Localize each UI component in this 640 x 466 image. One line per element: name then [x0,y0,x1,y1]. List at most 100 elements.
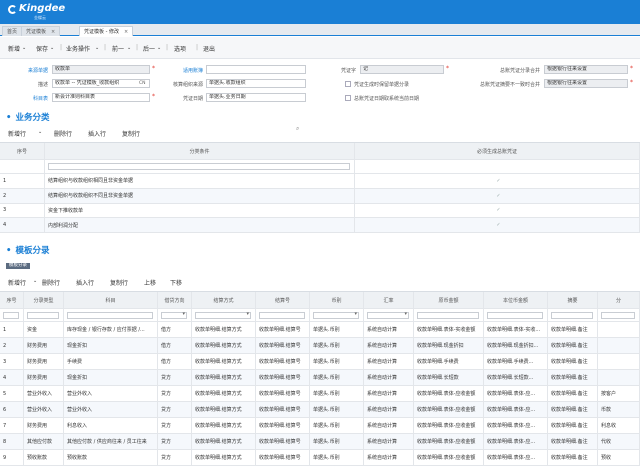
table-row[interactable]: 8 其他应付款 其他应付款 / 供应商往来 / 员工往来 贷方 收款单明细.结算方式 收款… [0,434,640,450]
save-button[interactable]: 保存 [36,44,48,53]
delete-row-button[interactable]: 删除行 [42,278,60,287]
filter-cell[interactable] [256,309,310,321]
copy-row-button[interactable]: 复制行 [122,129,140,138]
filter-cell[interactable] [0,160,45,173]
filter-cell[interactable] [484,309,548,321]
description-field[interactable]: 收款单 -- 凭证模板_收款组织 [52,79,150,88]
entry-cell: 代收 [598,434,640,449]
toolbar: 新增 ⌄ 保存 ⌄ | 业务操作 ⌄ | 前一 ⌄ | 后一 ⌄ | 选项 | … [0,37,640,59]
filter-input[interactable] [313,311,359,319]
chevron-down-icon[interactable]: ⌄ [33,278,37,284]
tab-voucher-template[interactable]: 凭证模板 × [21,26,61,36]
book-field[interactable] [206,65,306,74]
add-row-button[interactable]: 新增行 [8,278,26,287]
filter-input[interactable] [367,311,409,319]
table-row[interactable]: 2 结算组织与收款组织不同且非资金单据 ✓ [0,188,640,204]
filter-input[interactable] [48,163,350,170]
filter-input[interactable] [27,311,59,319]
close-icon[interactable]: × [124,29,128,35]
system-date-checkbox[interactable] [345,95,351,101]
options-button[interactable]: 选项 [174,44,186,53]
filter-input[interactable] [67,311,153,319]
chart-of-accounts-field[interactable]: 新会计准则科目表 [52,93,150,102]
filter-input[interactable] [195,311,251,319]
tab-voucher-template-edit[interactable]: 凭证模板 - 修改 × [79,26,134,36]
new-button[interactable]: 新增 [8,44,20,53]
table-row[interactable]: 9 预收账款 预收账款 贷方 收款单明细.结算方式 收款单明细.结算号 单据头.币别 系统自动… [0,450,640,466]
chevron-down-icon[interactable]: ⌄ [50,45,54,51]
filter-cell[interactable] [24,309,64,321]
insert-row-button[interactable]: 插入行 [76,278,94,287]
filter-input[interactable] [259,311,305,319]
exit-button[interactable]: 退出 [203,44,215,53]
copy-row-button[interactable]: 复制行 [110,278,128,287]
chevron-down-icon[interactable]: ⌄ [38,129,42,135]
filter-row [0,309,640,322]
language-code[interactable]: CN [139,81,146,86]
filter-cell[interactable] [64,309,158,321]
filter-input[interactable] [487,311,543,319]
entry-cell: 收款单明细.备注 [548,338,598,353]
tab-home[interactable]: 首页 [2,26,23,36]
entry-cell: 收款单明细.备注 [548,418,598,433]
table-row[interactable]: 1 资金 库存现金 / 银行存款 / 应付票据 /... 借方 收款单明细.结算方式 收款… [0,322,640,338]
filter-input[interactable] [3,311,19,319]
move-up-button[interactable]: 上移 [144,278,156,287]
filter-cell[interactable] [598,309,640,321]
delete-row-button[interactable]: 删除行 [54,129,72,138]
summary-merge-label: 总账凭证摘要不一致时合并 [479,82,540,88]
chevron-down-icon[interactable]: ⌄ [22,45,26,51]
keep-entry-checkbox[interactable] [345,81,351,87]
filter-cell[interactable] [414,309,484,321]
business-ops-button[interactable]: 业务操作 [66,44,90,53]
toolbar-separator: | [166,44,169,51]
table-row[interactable]: 1 结算组织与收款组织相同且非资金单据 ✓ [0,174,640,189]
filter-cell[interactable] [364,309,414,321]
add-row-button[interactable]: 新增行 [8,129,26,138]
subtab-template-entries[interactable]: 模板分录 [6,263,30,269]
move-down-button[interactable]: 下移 [170,278,182,287]
entry-cell: 财务费用 [24,354,64,369]
filter-cell[interactable] [45,160,355,173]
table-row[interactable]: 7 财务费用 利息收入 贷方 收款单明细.结算方式 收款单明细.结算号 单据头.币别 系统自动… [0,418,640,434]
filter-cell[interactable] [158,309,192,321]
table-row[interactable]: 4 财务费用 现金折扣 贷方 收款单明细.结算方式 收款单明细.结算号 单据头.币别 系统自动… [0,370,640,386]
entry-cell: 收款单明细.备注 [548,322,598,337]
filter-input[interactable] [417,311,479,319]
table-row[interactable]: 3 资金下推收款单 ✓ [0,203,640,219]
chevron-down-icon[interactable]: ⌄ [127,45,131,51]
filter-input[interactable] [551,311,593,319]
table-row[interactable]: 2 财务费用 现金折扣 借方 收款单明细.结算方式 收款单明细.结算号 单据头.币别 系统自动… [0,338,640,354]
close-icon[interactable]: × [51,29,55,35]
voucher-word-field[interactable]: 记 [360,65,444,74]
entry-cell: 2 [0,338,24,353]
voucher-date-field[interactable]: 单据头.业务日期 [206,93,306,102]
check-icon[interactable]: ✓ [355,174,640,188]
entry-cell: 单据头.币别 [310,450,364,465]
col-header: 科目 [64,292,158,308]
filter-cell[interactable] [310,309,364,321]
check-icon[interactable]: ✓ [355,203,640,218]
insert-row-button[interactable]: 插入行 [88,129,106,138]
source-doc-field[interactable]: 收款单 [52,65,150,74]
filter-cell[interactable] [548,309,598,321]
table-row[interactable]: 3 财务费用 手续费 借方 收款单明细.结算方式 收款单明细.结算号 单据头.币别 系统自动计… [0,354,640,370]
filter-cell[interactable] [355,160,640,173]
table-row[interactable]: 5 营业外收入 营业外收入 贷方 收款单明细.结算方式 收款单明细.结算号 单据头.币别 系统… [0,386,640,402]
table-row[interactable]: 6 营业外收入 营业外收入 贷方 收款单明细.结算方式 收款单明细.结算号 单据头.币别 系统… [0,402,640,418]
chevron-down-icon[interactable]: ⌄ [95,45,99,51]
table-row[interactable]: 4 内部利润分配 ✓ [0,218,640,234]
summary-merge-select[interactable]: 根据银行往来设置 [544,79,628,88]
previous-button[interactable]: 前一 [112,44,124,53]
filter-input[interactable] [161,311,187,319]
acct-org-source-select[interactable]: 单据头.收款组织 [206,79,306,88]
check-icon[interactable]: ✓ [355,218,640,233]
chevron-down-icon[interactable]: ⌄ [157,45,161,51]
filter-input[interactable] [601,311,635,319]
filter-cell[interactable] [192,309,256,321]
filter-cell[interactable] [0,309,24,321]
entry-cell: 7 [0,418,24,433]
next-button[interactable]: 后一 [143,44,155,53]
check-icon[interactable]: ✓ [355,188,640,203]
entry-merge-select[interactable]: 根据银行往来设置 [544,65,628,74]
